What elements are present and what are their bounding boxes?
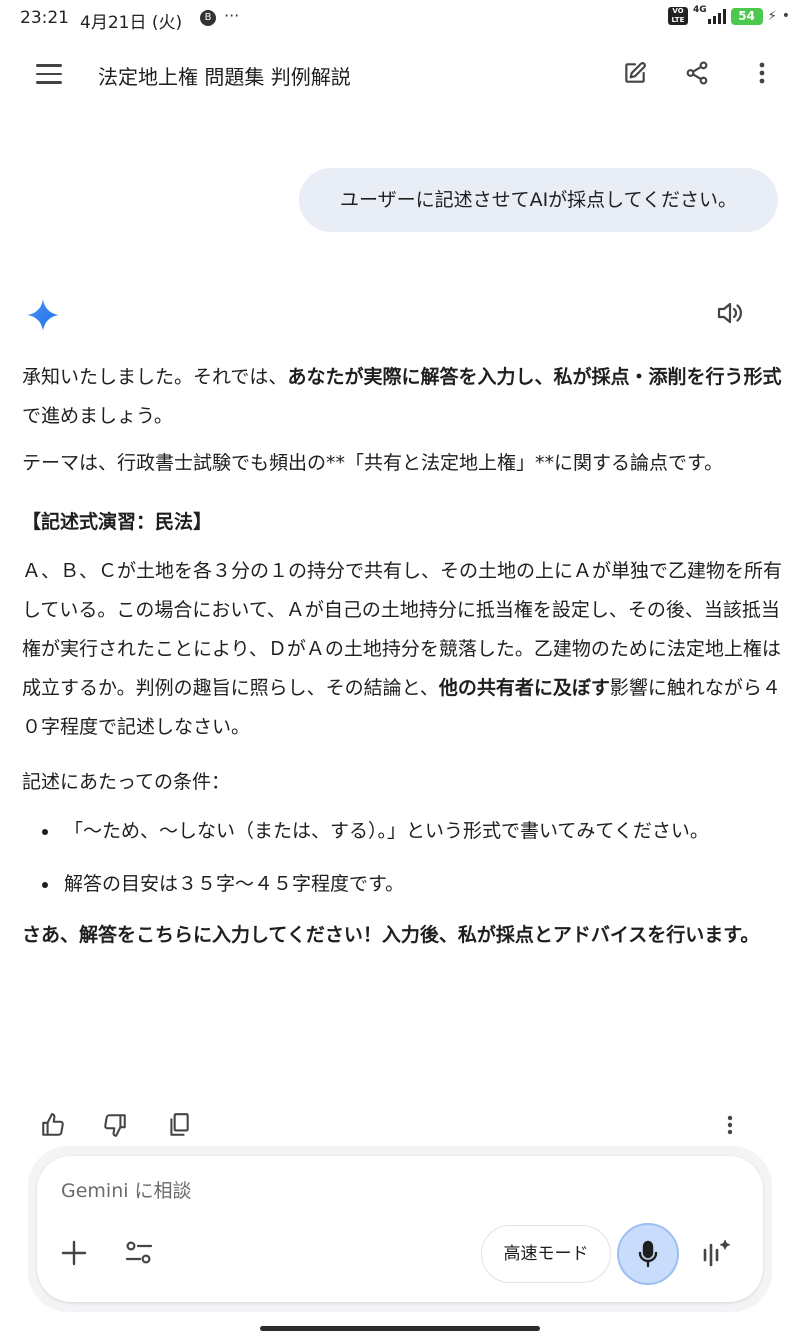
notification-badge-icon: B: [200, 10, 216, 26]
intro-tail: で進めましょう。: [22, 405, 173, 427]
plus-icon[interactable]: [59, 1238, 89, 1268]
list-item: 「〜ため、〜しない（または、する）。」という形式で書いてみてください。: [22, 812, 782, 851]
conversation-title[interactable]: 法定地上権 問題集 判例解説: [98, 61, 351, 90]
live-icon[interactable]: [697, 1236, 733, 1272]
battery-icon: 54: [730, 7, 763, 25]
section-heading: 【記述式演習：民法】: [22, 511, 213, 533]
mode-selector-button[interactable]: 高速モード: [481, 1225, 611, 1283]
signal-icon: [707, 8, 726, 24]
gemini-response: 承知いたしました。それでは、あなたが実際に解答を入力し、私が採点・添削を行う形式…: [22, 358, 782, 955]
more-vert-icon[interactable]: [750, 58, 774, 88]
top-app-bar: 法定地上権 問題集 判例解説: [0, 42, 800, 106]
response-paragraph-intro: 承知いたしました。それでは、あなたが実際に解答を入力し、私が採点・添削を行う形式…: [22, 358, 782, 436]
status-bar: 23:21 4月21日 (火) B ··· VO LTE 4G 54 ⚡ •: [0, 0, 800, 38]
list-item: 解答の目安は３５字〜４５字程度です。: [22, 865, 782, 904]
thumb-down-icon[interactable]: [100, 1110, 130, 1140]
mic-icon: [638, 1240, 658, 1268]
status-indicators: VO LTE 4G 54 ⚡ •: [667, 5, 790, 25]
tools-icon[interactable]: [123, 1238, 155, 1268]
thumb-up-icon[interactable]: [38, 1110, 68, 1140]
status-date: 4月21日 (火): [80, 13, 183, 33]
response-paragraph-question: Ａ、Ｂ、Ｃが土地を各３分の１の持分で共有し、その土地の上にＡが単独で乙建物を所有…: [22, 552, 782, 747]
conditions-list: 「〜ため、〜しない（または、する）。」という形式で書いてみてください。 解答の目…: [22, 812, 782, 904]
more-notifications-icon: ···: [224, 6, 240, 25]
response-paragraph-conditions: 記述にあたっての条件：: [22, 771, 231, 793]
response-more-icon[interactable]: [718, 1110, 742, 1140]
response-paragraph-closing: さあ、解答をこちらに入力してください！入力後、私が採点とアドバイスを行います。: [22, 924, 760, 946]
intro-text: 承知いたしました。それでは、: [22, 366, 288, 388]
gemini-sparkle-icon: [26, 298, 60, 332]
menu-icon[interactable]: [36, 64, 62, 84]
response-paragraph-theme: テーマは、行政書士試験でも頻出の**「共有と法定地上権」**に関する論点です。: [22, 452, 724, 474]
user-message-bubble[interactable]: ユーザーに記述させてAIが採点してください。: [299, 168, 778, 232]
mic-button[interactable]: [617, 1223, 679, 1285]
speaker-icon[interactable]: [716, 300, 746, 326]
status-time: 23:21: [20, 8, 69, 28]
volte-icon: VO LTE: [667, 7, 688, 25]
prompt-input[interactable]: [61, 1176, 461, 1206]
share-icon[interactable]: [682, 58, 712, 88]
dot-icon: •: [781, 8, 790, 24]
edit-icon[interactable]: [620, 58, 650, 88]
copy-icon[interactable]: [164, 1110, 194, 1140]
composer: 高速モード: [37, 1156, 763, 1302]
home-indicator[interactable]: [260, 1326, 540, 1331]
intro-bold: あなたが実際に解答を入力し、私が採点・添削を行う形式: [287, 366, 782, 388]
network-type: 4G: [692, 5, 707, 15]
charging-icon: ⚡: [767, 8, 777, 24]
question-bold: 他の共有者に及ぼす: [438, 677, 610, 699]
